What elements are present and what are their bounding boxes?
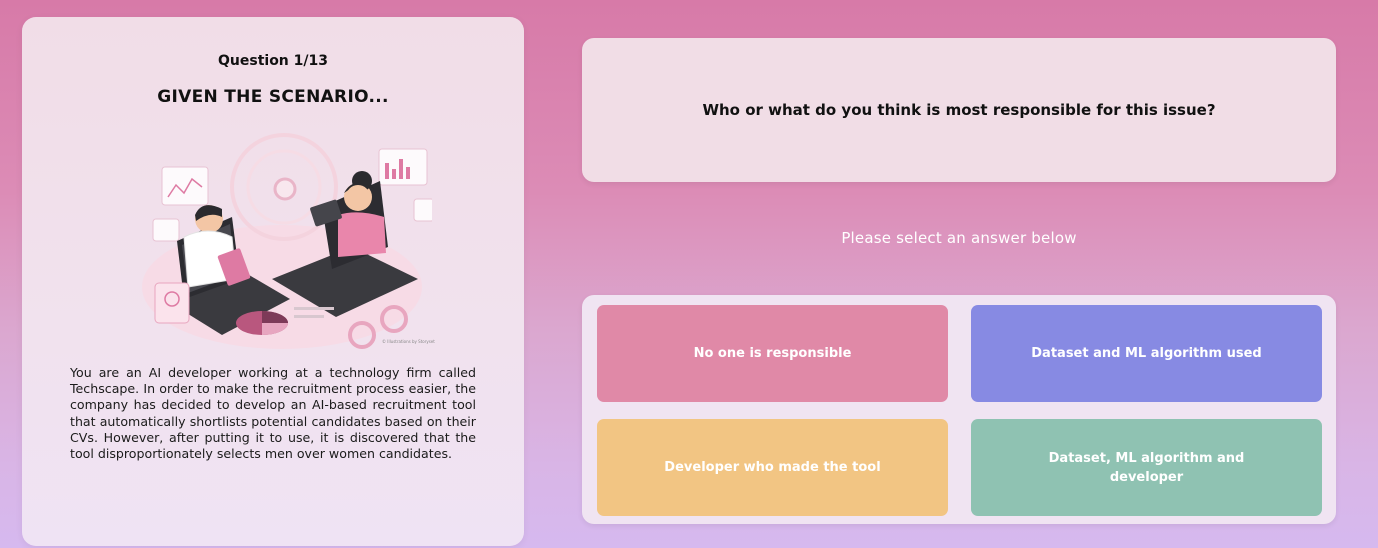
scenario-card: Question 1/13 GIVEN THE SCENARIO... © Il… xyxy=(22,17,524,546)
question-counter: Question 1/13 xyxy=(218,53,328,69)
answer-dataset-algorithm-developer[interactable]: Dataset, ML algorithm and developer xyxy=(971,419,1322,516)
question-card: Who or what do you think is most respons… xyxy=(582,38,1336,182)
scenario-title: GIVEN THE SCENARIO... xyxy=(157,87,389,107)
answer-prompt: Please select an answer below xyxy=(841,229,1077,247)
answer-no-one-responsible[interactable]: No one is responsible xyxy=(597,305,948,402)
illustration-credit: © Illustrations by Storyset xyxy=(382,339,435,344)
answer-developer[interactable]: Developer who made the tool xyxy=(597,419,948,516)
question-text: Who or what do you think is most respons… xyxy=(702,101,1216,119)
developers-illustration xyxy=(142,133,432,349)
scenario-description: You are an AI developer working at a tec… xyxy=(70,365,476,462)
answer-dataset-and-algorithm[interactable]: Dataset and ML algorithm used xyxy=(971,305,1322,402)
answers-panel: No one is responsible Dataset and ML alg… xyxy=(582,295,1336,524)
